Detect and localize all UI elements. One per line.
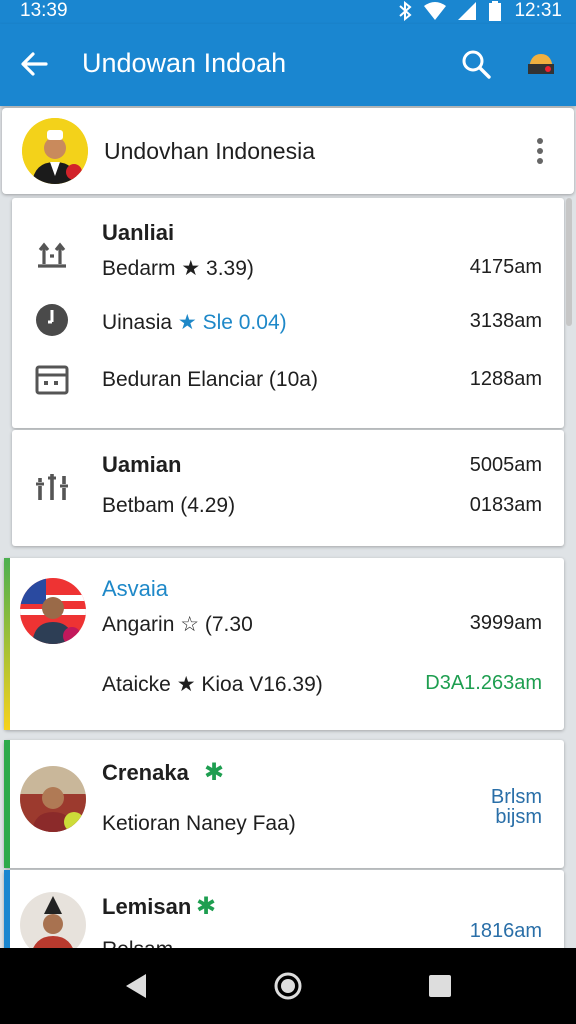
- status-time: 13:39: [20, 0, 68, 21]
- section-title: Uanliai: [102, 220, 175, 245]
- contact-name: Crenaka: [102, 760, 189, 785]
- transactions-card-2: Uamian 5005am Betbam (4.29) 0183am: [12, 430, 564, 546]
- nav-back-icon[interactable]: [120, 970, 152, 1002]
- app-bar: Undowan Indoah: [0, 24, 576, 106]
- system-nav-bar: [0, 948, 576, 1024]
- battery-icon: [489, 1, 502, 21]
- status-icons: 12:31: [398, 0, 562, 22]
- contact-value: D3A1.263am: [425, 672, 542, 694]
- row-value: 5005am: [469, 454, 542, 476]
- star-icon: ★: [177, 311, 197, 334]
- row-label-highlight: Sle 0.04): [202, 311, 287, 334]
- contact-avatar[interactable]: [20, 766, 86, 832]
- row-value: 0183am: [469, 494, 542, 516]
- scrollbar[interactable]: [566, 198, 572, 326]
- search-icon[interactable]: [460, 48, 492, 80]
- star-icon: ✱: [196, 893, 217, 920]
- row-label-rating: Uinasia ★ Sle 0.04): [102, 310, 287, 335]
- section-title: Uamian: [102, 452, 182, 477]
- star-icon: ✱: [204, 759, 225, 786]
- profile-avatar[interactable]: [22, 118, 88, 184]
- profile-name: Undovhan Indonesia: [104, 138, 315, 164]
- row-label: Betbam (4.29): [102, 494, 236, 517]
- contact-name: Lemisan: [102, 894, 192, 919]
- clock-icon: [36, 304, 68, 336]
- contact-name: Asvaia: [102, 576, 169, 601]
- row-label: Bedarm ★ 3.39): [102, 257, 254, 280]
- contact-card-crenaka[interactable]: Crenaka ✱ Ketioran Naney Faa) Brlsm bijs…: [4, 740, 564, 868]
- contact-detail: Angarin ☆ (7.30: [102, 613, 253, 636]
- account-icon[interactable]: [524, 48, 558, 80]
- wifi-icon: [424, 2, 447, 20]
- accent-bar: [4, 558, 10, 730]
- contact-detail: Ataicke ★ Kioa V16.39): [102, 673, 323, 696]
- profile-header-card[interactable]: Undovhan Indonesia: [2, 108, 574, 194]
- contact-value: 3999am: [469, 612, 542, 634]
- equalizer-icon: [36, 474, 68, 500]
- signal-icon: [458, 2, 477, 20]
- app-title: Undowan Indoah: [82, 48, 287, 78]
- row-value: 1288am: [469, 368, 542, 390]
- contact-card-asvaia[interactable]: Asvaia Angarin ☆ (7.30 3999am Ataicke ★ …: [4, 558, 564, 730]
- status-bar: 13:39 12:31: [0, 0, 576, 24]
- row-value: 4175am: [469, 256, 542, 278]
- contact-avatar[interactable]: [20, 578, 86, 644]
- nav-recents-icon[interactable]: [424, 970, 456, 1002]
- row-label: Beduran Elanciar (10a): [102, 368, 318, 391]
- transactions-card-1: Uanliai Bedarm ★ 3.39) 4175am Uinasia ★ …: [12, 198, 564, 428]
- contact-detail: Ketioran Naney Faa): [102, 812, 296, 835]
- more-vert-icon[interactable]: [536, 138, 544, 166]
- status-time-right: 12:31: [514, 0, 562, 21]
- nav-home-icon[interactable]: [272, 970, 304, 1002]
- transfer-icon: [38, 242, 66, 268]
- contact-value: bijsm: [495, 806, 542, 828]
- row-value: 3138am: [469, 310, 542, 332]
- row-label-prefix: Uinasia: [102, 311, 173, 334]
- accent-bar: [4, 740, 10, 868]
- bluetooth-icon: [399, 1, 412, 21]
- back-arrow-icon[interactable]: [18, 48, 50, 80]
- calendar-icon: [35, 365, 69, 395]
- contact-value: 1816am: [469, 920, 542, 942]
